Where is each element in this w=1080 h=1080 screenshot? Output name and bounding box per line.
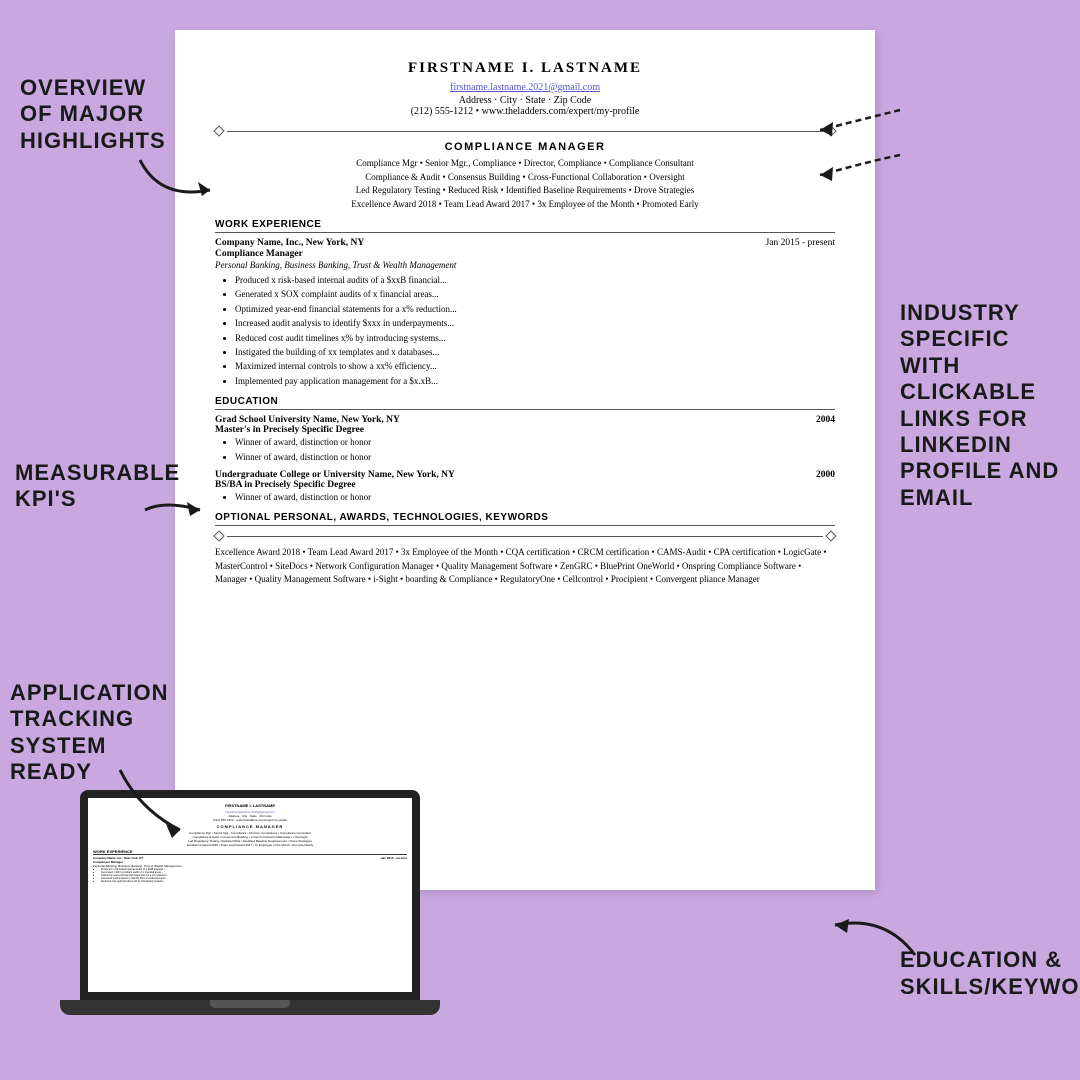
job-header-1: Company Name, Inc., New York, NY Jan 201…: [215, 238, 835, 248]
job-date: Jan 2015 - present: [766, 238, 835, 248]
edu-year-1: 2004: [816, 415, 835, 425]
annotation-application: APPLICATION TRACKING SYSTEM READY: [10, 680, 165, 786]
work-experience-header: WORK EXPERIENCE: [215, 219, 835, 233]
bullet-1: Produced x risk-based internal audits of…: [235, 273, 835, 287]
annotation-education: EDUCATION & SKILLS/KEYWORDS: [900, 947, 1070, 1000]
edu-bullet-2-1: Winner of award, distinction or honor: [235, 490, 835, 504]
optional-text: Excellence Award 2018 • Team Lead Award …: [215, 546, 835, 587]
edu-bullet-1-2: Winner of award, distinction or honor: [235, 450, 835, 464]
edu-school-2: Undergraduate College or University Name…: [215, 470, 455, 480]
laptop-screen-inner: FIRSTNAME I. LASTNAME firstname.lastname…: [88, 798, 412, 992]
edu-item-2: Undergraduate College or University Name…: [215, 470, 835, 504]
edu-year-2: 2000: [816, 470, 835, 480]
job-subtitle: Personal Banking, Business Banking, Trus…: [215, 260, 835, 270]
bullet-4: Increased audit analysis to identify $xx…: [235, 316, 835, 330]
job-entry-1: Company Name, Inc., New York, NY Jan 201…: [215, 238, 835, 388]
bullet-5: Reduced cost audit timelines x% by intro…: [235, 331, 835, 345]
edu-degree-2: BS/BA in Precisely Specific Degree: [215, 480, 835, 490]
bullet-6: Instigated the building of xx templates …: [235, 345, 835, 359]
divider-line: [227, 131, 823, 132]
edu-school-1: Grad School University Name, New York, N…: [215, 415, 400, 425]
annotation-industry: INDUSTRY SPECIFIC WITH CLICKABLE LINKS F…: [900, 300, 1060, 511]
resume-address: Address · City · State · Zip Code: [215, 95, 835, 106]
bullet-2: Generated x SOX complaint audits of x fi…: [235, 287, 835, 301]
diamond-left: [213, 125, 224, 136]
job-company: Company Name, Inc., New York, NY: [215, 238, 364, 248]
bullet-3: Optimized year-end financial statements …: [235, 302, 835, 316]
resume-keywords: Compliance Mgr • Senior Mgr., Compliance…: [215, 157, 835, 211]
job-title: Compliance Manager: [215, 249, 835, 259]
diamond-opt-left: [213, 531, 224, 542]
resume-paper: FIRSTNAME I. LASTNAME firstname.lastname…: [175, 30, 875, 890]
edu-item-1: Grad School University Name, New York, N…: [215, 415, 835, 464]
edu-degree-1: Master's in Precisely Specific Degree: [215, 425, 835, 435]
bullet-8: Implemented pay application management f…: [235, 374, 835, 388]
edu-header-2: Undergraduate College or University Name…: [215, 470, 835, 480]
education-header: EDUCATION: [215, 396, 835, 410]
laptop-screen-outer: FIRSTNAME I. LASTNAME firstname.lastname…: [80, 790, 420, 1000]
laptop-notch: [210, 1000, 290, 1008]
resume-title: COMPLIANCE MANAGER: [215, 141, 835, 153]
resume-phone-web: (212) 555-1212 • www.theladders.com/expe…: [215, 106, 835, 117]
edu-bullet-1-1: Winner of award, distinction or honor: [235, 435, 835, 449]
bullet-7: Maximized internal controls to show a xx…: [235, 359, 835, 373]
edu-bullets-2: Winner of award, distinction or honor: [235, 490, 835, 504]
job-bullets: Produced x risk-based internal audits of…: [235, 273, 835, 388]
annotation-overview: OVERVIEW OF MAJOR HIGHLIGHTS: [20, 75, 165, 154]
diamond-right: [825, 125, 836, 136]
diamond-opt-right: [825, 531, 836, 542]
edu-bullets-1: Winner of award, distinction or honor Wi…: [235, 435, 835, 464]
optional-section-header: OPTIONAL PERSONAL, AWARDS, TECHNOLOGIES,…: [215, 512, 835, 526]
laptop-base: [60, 1000, 440, 1015]
annotation-measurable: MEASURABLE KPI'S: [15, 460, 165, 513]
opt-divider-line: [227, 536, 823, 537]
diamond-divider-top: [215, 127, 835, 135]
resume-header: FIRSTNAME I. LASTNAME firstname.lastname…: [215, 60, 835, 117]
resume-name: FIRSTNAME I. LASTNAME: [215, 60, 835, 77]
resume-email[interactable]: firstname.lastname.2021@gmail.com: [450, 82, 600, 93]
diamond-divider-optional: [215, 532, 835, 540]
laptop-overlay: FIRSTNAME I. LASTNAME firstname.lastname…: [60, 790, 440, 1050]
edu-header-1: Grad School University Name, New York, N…: [215, 415, 835, 425]
page-container: FIRSTNAME I. LASTNAME firstname.lastname…: [0, 0, 1080, 1080]
